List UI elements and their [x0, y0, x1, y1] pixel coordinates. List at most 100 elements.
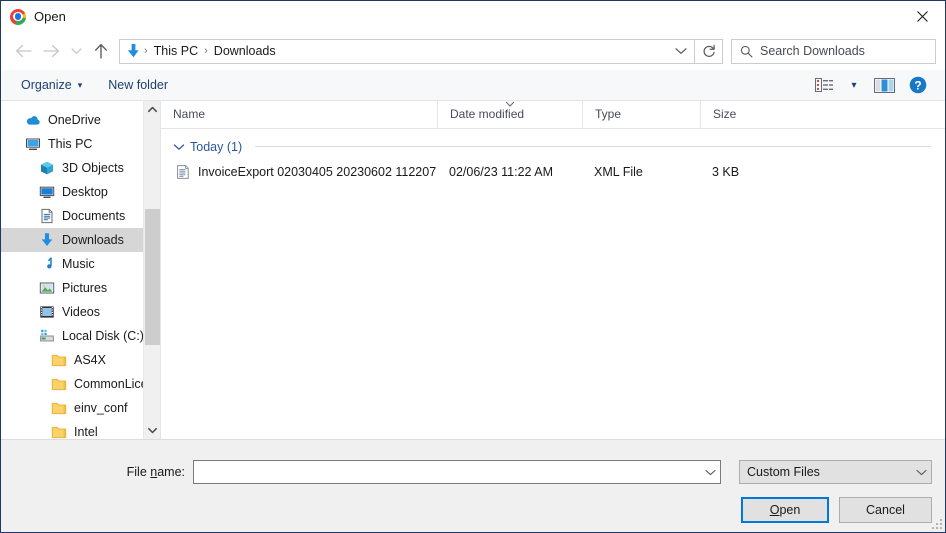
address-bar[interactable]: › This PC › Downloads — [119, 38, 695, 64]
search-icon — [740, 45, 753, 58]
new-folder-label: New folder — [108, 77, 169, 92]
help-button[interactable]: ? — [901, 73, 935, 97]
open-label-accel: O — [769, 503, 780, 517]
sidebar-item-label: OneDrive — [48, 113, 101, 127]
breadcrumb-item-this-pc[interactable]: This PC — [149, 44, 203, 58]
column-header-name[interactable]: Name — [161, 101, 437, 128]
command-toolbar: Organize ▾ New folder ▾ ? — [1, 70, 945, 101]
file-name-field[interactable] — [193, 460, 721, 484]
file-list: Today (1) InvoiceExport 02030405 2023060… — [161, 129, 945, 185]
file-type-filter-select[interactable]: Custom Files — [739, 460, 932, 484]
column-header-type[interactable]: Type — [582, 101, 700, 128]
scroll-down-arrow-icon — [148, 427, 157, 434]
breadcrumb-item-downloads[interactable]: Downloads — [209, 44, 281, 58]
documents-icon — [41, 208, 53, 224]
search-box[interactable]: Search Downloads — [731, 38, 936, 64]
column-header-type-label: Type — [595, 107, 622, 121]
open-label-b: pen — [779, 503, 801, 517]
folder-icon — [51, 352, 67, 368]
folder-icon — [51, 424, 67, 439]
preview-pane-button[interactable] — [867, 73, 901, 97]
organize-caret-icon: ▾ — [77, 79, 83, 90]
new-folder-button[interactable]: New folder — [102, 74, 174, 97]
sidebar-item-onedrive[interactable]: OneDrive — [1, 108, 160, 132]
music-note-icon — [47, 257, 52, 269]
group-header-label: Today (1) — [190, 139, 243, 154]
navigation-pane: OneDrive This PC 3D Objects Desktop Document… — [1, 101, 161, 439]
table-row[interactable]: InvoiceExport 02030405 20230602 112207 02… — [161, 159, 945, 185]
file-name-dropdown-button[interactable] — [700, 461, 720, 483]
sidebar-item-intel[interactable]: Intel — [1, 420, 160, 439]
downloads-arrow-icon — [41, 233, 53, 246]
sidebar-item-label: einv_conf — [74, 401, 128, 415]
back-button[interactable] — [9, 37, 37, 65]
this-pc-monitor-icon — [25, 136, 41, 152]
sidebar-item-label: Intel — [74, 425, 98, 439]
search-input[interactable]: Search Downloads — [760, 44, 865, 58]
file-row-date-modified: 02/06/23 11:22 AM — [449, 165, 554, 179]
scroll-up-button[interactable] — [144, 101, 160, 118]
sidebar-item-label: AS4X — [74, 353, 106, 367]
sidebar-item-3d-objects[interactable]: 3D Objects — [1, 156, 160, 180]
sidebar-item-as4x[interactable]: AS4X — [1, 348, 160, 372]
sidebar-item-label: 3D Objects — [62, 161, 124, 175]
videos-film-icon — [39, 304, 55, 320]
xml-file-icon — [175, 164, 191, 180]
open-button[interactable]: Open — [741, 497, 829, 523]
sidebar-item-label: Desktop — [62, 185, 108, 199]
local-disk-icon — [39, 328, 55, 344]
sidebar-item-downloads[interactable]: Downloads — [1, 228, 160, 252]
group-header-rule — [255, 146, 931, 147]
sidebar-item-desktop[interactable]: Desktop — [1, 180, 160, 204]
up-arrow-icon — [94, 43, 108, 59]
sidebar-item-music[interactable]: Music — [1, 252, 160, 276]
group-header-today[interactable]: Today (1) — [161, 134, 945, 159]
column-header-date-modified[interactable]: Date modified — [437, 101, 582, 128]
sidebar-item-label: Pictures — [62, 281, 108, 295]
sidebar-item-commonlicen[interactable]: CommonLicen — [1, 372, 160, 396]
desktop-icon — [39, 184, 55, 200]
breadcrumb-location-icon — [123, 40, 143, 63]
videos-film-icon — [40, 306, 54, 318]
sidebar-item-pictures[interactable]: Pictures — [1, 276, 160, 300]
sidebar-item-this-pc[interactable]: This PC — [1, 132, 160, 156]
downloads-arrow-icon — [127, 44, 139, 58]
pictures-icon — [39, 282, 55, 294]
sort-indicator-icon — [504, 101, 517, 108]
scroll-down-button[interactable] — [144, 422, 160, 439]
this-pc-monitor-icon — [26, 138, 40, 150]
local-disk-icon — [40, 329, 54, 342]
navigation-pane-scrollbar[interactable] — [143, 101, 160, 439]
cancel-button[interactable]: Cancel — [839, 497, 932, 523]
view-options-caret-button[interactable]: ▾ — [841, 73, 867, 97]
back-arrow-icon — [15, 44, 32, 58]
refresh-button[interactable] — [695, 38, 723, 64]
navigation-bar: › This PC › Downloads Search Downloads — [1, 32, 945, 70]
column-header-name-label: Name — [173, 107, 206, 121]
3d-objects-icon — [39, 160, 55, 176]
scrollbar-thumb[interactable] — [145, 209, 160, 345]
file-type-filter-value: Custom Files — [747, 465, 820, 479]
onedrive-cloud-icon — [25, 112, 41, 128]
sidebar-item-local-disk-c[interactable]: Local Disk (C:) — [1, 324, 160, 348]
group-collapse-icon[interactable] — [165, 143, 185, 151]
forward-button[interactable] — [37, 37, 65, 65]
file-row-size: 3 KB — [712, 165, 740, 179]
file-type-filter-chevron[interactable] — [911, 461, 931, 483]
chevron-down-icon — [675, 48, 687, 54]
organize-button[interactable]: Organize ▾ — [15, 74, 88, 97]
column-header-size[interactable]: Size — [700, 101, 786, 128]
resize-grip-icon[interactable] — [932, 519, 942, 529]
recent-locations-button[interactable] — [65, 37, 87, 65]
view-options-button[interactable] — [807, 73, 841, 97]
chrome-icon — [10, 8, 26, 25]
close-button[interactable] — [899, 1, 945, 32]
forward-arrow-icon — [42, 44, 59, 58]
sidebar-item-videos[interactable]: Videos — [1, 300, 160, 324]
up-button[interactable] — [87, 37, 115, 65]
sidebar-item-einv-conf[interactable]: einv_conf — [1, 396, 160, 420]
sidebar-item-documents[interactable]: Documents — [1, 204, 160, 228]
column-header-date-label: Date modified — [450, 107, 525, 121]
sidebar-item-label: Documents — [62, 209, 126, 223]
address-dropdown-button[interactable] — [668, 40, 694, 63]
